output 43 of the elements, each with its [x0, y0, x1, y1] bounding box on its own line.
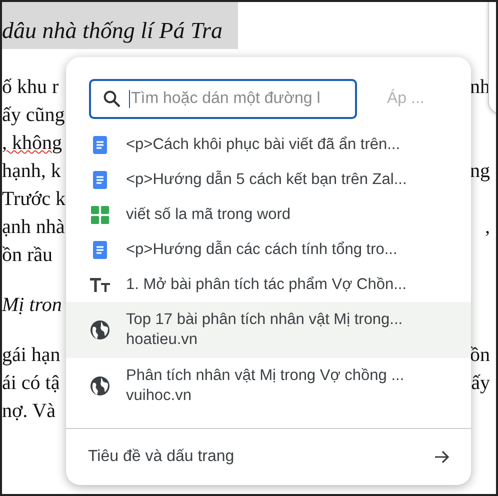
- suggestion-title: 1. Mở bài phân tích tác phẩm Vợ Chồn...: [126, 274, 407, 294]
- search-field[interactable]: Tìm hoặc dán một đường l: [89, 79, 357, 119]
- text-fragment: ái có tậ: [2, 372, 60, 394]
- search-icon: [103, 90, 121, 108]
- text-fragment: ố khu r: [2, 76, 59, 98]
- headings-bookmarks-item[interactable]: Tiêu đề và dấu trang: [66, 428, 471, 485]
- suggestion-item[interactable]: Phân tích nhân vật Mị trong Vợ chồng ... vuihoc.vn: [66, 358, 471, 414]
- suggestion-item[interactable]: viết số la mã trong word: [66, 197, 471, 232]
- spreadsheet-icon: [91, 206, 109, 224]
- text-fragment: ,: [485, 216, 490, 238]
- site-domain: hoatieu.vn: [126, 330, 199, 350]
- document-heading: dâu nhà thống lí Pá Tra: [2, 17, 222, 45]
- text-fragment: ấy cũng: [2, 104, 65, 126]
- text-fragment: Trước k: [2, 188, 66, 210]
- arrow-right-icon: [434, 450, 450, 464]
- suggestion-title: viết số la mã trong word: [126, 204, 291, 224]
- suggestion-item[interactable]: <p>Cách khôi phục bài viết đã ẩn trên...: [66, 127, 471, 162]
- suggestion-item[interactable]: <p>Hướng dẫn các cách tính tổng tro...: [66, 232, 471, 267]
- site-domain: vuihoc.vn: [126, 386, 192, 406]
- text-fragment: ng: [470, 160, 490, 182]
- document-icon: [93, 136, 107, 154]
- text-fragment: , không: [2, 132, 62, 154]
- text-fragment: ạnh nhà: [2, 216, 65, 238]
- suggestion-title: Top 17 bài phân tích nhân vật Mị trong...: [126, 310, 403, 330]
- suggestion-title: <p>Cách khôi phục bài viết đã ẩn trên...: [126, 134, 400, 154]
- suggestion-item[interactable]: <p>Hướng dẫn 5 cách kết bạn trên Zal...: [66, 162, 471, 197]
- text-fragment: hạnh, k: [2, 160, 61, 182]
- text-fragment: nợ. Và: [2, 400, 56, 422]
- suggestion-title: Phân tích nhân vật Mị trong Vợ chồng ...: [126, 366, 404, 386]
- suggestion-title: <p>Hướng dẫn các cách tính tổng tro...: [126, 240, 398, 260]
- text-size-icon: [90, 278, 110, 292]
- text-fragment: ấy: [471, 372, 490, 394]
- globe-icon: [90, 376, 110, 396]
- suggestion-title: <p>Hướng dẫn 5 cách kết bạn trên Zal...: [126, 170, 407, 190]
- text-fragment: gái hạn: [2, 344, 60, 366]
- document-icon: [93, 240, 107, 258]
- text-fragment: ồn: [470, 344, 490, 366]
- suggestion-item[interactable]: 1. Mở bài phân tích tác phẩm Vợ Chồn...: [66, 267, 471, 302]
- text-fragment: ồn rầu: [2, 244, 53, 266]
- document-icon: [93, 170, 107, 188]
- globe-icon: [90, 320, 110, 340]
- suggestion-item[interactable]: Top 17 bài phân tích nhân vật Mị trong... hoatieu.vn: [66, 302, 471, 358]
- text-fragment: Mị tron: [2, 294, 62, 316]
